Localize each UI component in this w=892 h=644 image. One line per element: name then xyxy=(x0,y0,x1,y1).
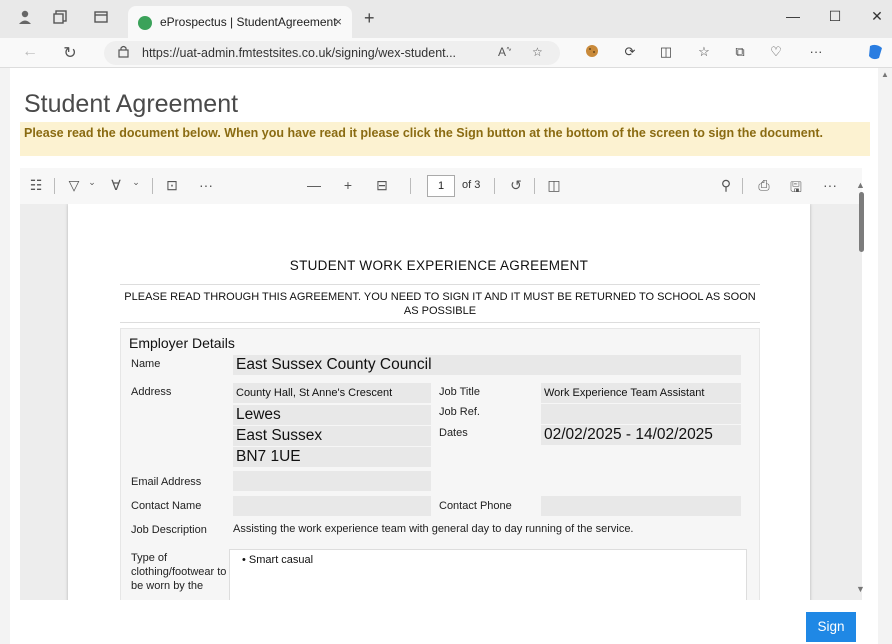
lock-icon xyxy=(118,45,129,61)
page-content: Student Agreement Please read the docume… xyxy=(10,68,878,644)
page-view-icon[interactable]: ◫ xyxy=(544,177,564,194)
browser-tab-active[interactable]: eProspectus | StudentAgreement × xyxy=(128,6,352,38)
search-icon[interactable]: ⚲ xyxy=(716,177,736,194)
browser-essentials-icon[interactable]: ♡ xyxy=(766,44,786,60)
contact-name-label: Contact Name xyxy=(131,500,202,512)
toolbar-divider xyxy=(152,178,153,194)
workspaces-icon[interactable] xyxy=(52,9,70,27)
pdf-page: STUDENT WORK EXPERIENCE AGREEMENT PLEASE… xyxy=(68,204,810,600)
page-title: Student Agreement xyxy=(24,90,239,118)
refresh-icon[interactable]: ↻ xyxy=(60,43,80,63)
collections-icon[interactable]: ⧉ xyxy=(730,44,750,60)
job-ref-field xyxy=(541,404,741,424)
url-text: https://uat-admin.fmtestsites.co.uk/sign… xyxy=(142,46,457,60)
job-title-field: Work Experience Team Assistant xyxy=(541,383,741,403)
job-ref-label: Job Ref. xyxy=(439,406,480,418)
page-scroll-up-icon[interactable]: ▲ xyxy=(881,70,889,79)
divider xyxy=(120,284,760,285)
profile-icon[interactable] xyxy=(16,9,34,27)
pdf-scrollbar[interactable]: ▲ ▼ xyxy=(850,180,865,600)
instruction-notice: Please read the document below. When you… xyxy=(20,122,870,156)
rotate-icon[interactable]: ↺ xyxy=(506,177,526,194)
clothing-field: • Smart casual xyxy=(229,549,747,600)
zoom-in-button[interactable]: + xyxy=(338,177,358,193)
tab-close-icon[interactable]: × xyxy=(334,14,342,29)
scroll-thumb[interactable] xyxy=(859,192,864,252)
address-line4-field: BN7 1UE xyxy=(233,447,431,467)
contact-phone-label: Contact Phone xyxy=(439,500,512,512)
minimize-button[interactable]: — xyxy=(778,8,808,24)
email-label: Email Address xyxy=(131,476,202,488)
split-screen-icon[interactable]: ◫ xyxy=(656,44,676,60)
highlight-icon[interactable]: ▽ xyxy=(64,177,84,194)
page-number-input[interactable]: 1 xyxy=(427,175,455,197)
zoom-out-button[interactable]: — xyxy=(304,177,324,193)
favorites-icon[interactable]: ☆ xyxy=(694,44,714,60)
page-scrollbar[interactable]: ▲ xyxy=(878,68,892,644)
new-tab-button[interactable]: + xyxy=(364,8,375,29)
address-line3-field: East Sussex xyxy=(233,426,431,446)
browser-titlebar: eProspectus | StudentAgreement × + — ☐ ✕ xyxy=(0,0,892,38)
dates-field: 02/02/2025 - 14/02/2025 xyxy=(541,425,741,445)
fit-page-icon[interactable]: ⊟ xyxy=(372,177,392,194)
chevron-down-icon[interactable]: ⌄ xyxy=(126,177,146,188)
tab-actions-icon[interactable] xyxy=(92,9,110,27)
url-field[interactable]: https://uat-admin.fmtestsites.co.uk/sign… xyxy=(104,41,560,65)
scroll-down-arrow-icon[interactable]: ▼ xyxy=(856,584,865,594)
toolbar-more-right-button[interactable]: ··· xyxy=(820,177,840,193)
clothing-item: • Smart casual xyxy=(242,554,314,566)
copilot-icon[interactable] xyxy=(866,44,886,63)
address-line1-field: County Hall, St Anne's Crescent xyxy=(233,383,431,403)
job-description-text: Assisting the work experience team with … xyxy=(233,523,634,535)
back-arrow-icon[interactable]: ← xyxy=(20,43,40,61)
sign-button[interactable]: Sign xyxy=(806,612,856,642)
site-favicon-icon xyxy=(138,16,152,30)
toolbar-divider xyxy=(534,178,535,194)
extension-puzzle-icon[interactable]: ⟳ xyxy=(620,44,640,60)
page-count: of 3 xyxy=(462,179,481,191)
pdf-toolbar: ☷ ▽ ⌄ ∀ ⌄ ⊡ ··· — + ⊟ 1 of 3 ↺ ◫ ⚲ ⎙ 🖫 ·… xyxy=(20,168,862,204)
clothing-label: Type of clothing/footwear to be worn by … xyxy=(131,552,227,592)
scroll-up-arrow-icon[interactable]: ▲ xyxy=(856,180,865,190)
pdf-viewer[interactable]: STUDENT WORK EXPERIENCE AGREEMENT PLEASE… xyxy=(20,204,862,600)
contact-phone-field xyxy=(541,496,741,516)
toolbar-divider xyxy=(742,178,743,194)
tab-title: eProspectus | StudentAgreement xyxy=(160,15,337,29)
employer-name-field: East Sussex County Council xyxy=(233,355,741,375)
settings-more-icon[interactable]: ··· xyxy=(806,44,826,59)
toolbar-divider xyxy=(494,178,495,194)
employer-details-section: Employer Details Name East Sussex County… xyxy=(120,328,760,600)
text-box-icon[interactable]: ⊡ xyxy=(162,177,182,194)
favorite-star-icon[interactable]: ☆ xyxy=(532,45,543,59)
dates-label: Dates xyxy=(439,427,468,439)
close-window-button[interactable]: ✕ xyxy=(862,8,892,25)
read-aloud-icon[interactable]: A∿ xyxy=(498,45,512,59)
address-line2-field: Lewes xyxy=(233,405,431,425)
job-description-label: Job Description xyxy=(131,524,207,536)
contents-icon[interactable]: ☷ xyxy=(26,177,46,194)
job-title-label: Job Title xyxy=(439,386,480,398)
document-subtitle: PLEASE READ THROUGH THIS AGREEMENT. YOU … xyxy=(124,291,756,317)
draw-icon[interactable]: ∀ xyxy=(106,177,126,194)
section-heading: Employer Details xyxy=(129,335,235,351)
extension-cookie-icon[interactable] xyxy=(582,44,602,61)
maximize-button[interactable]: ☐ xyxy=(820,8,850,25)
toolbar-divider xyxy=(410,178,411,194)
email-field xyxy=(233,471,431,491)
address-bar-row: ← ↻ https://uat-admin.fmtestsites.co.uk/… xyxy=(0,38,892,68)
name-label: Name xyxy=(131,358,161,370)
print-icon[interactable]: ⎙ xyxy=(754,177,774,194)
toolbar-more-button[interactable]: ··· xyxy=(196,177,216,193)
chevron-down-icon[interactable]: ⌄ xyxy=(82,177,102,188)
address-label: Address xyxy=(131,386,172,398)
divider xyxy=(120,322,760,323)
contact-name-field xyxy=(233,496,431,516)
toolbar-divider xyxy=(54,178,55,194)
document-title: STUDENT WORK EXPERIENCE AGREEMENT xyxy=(289,258,589,273)
save-icon[interactable]: 🖫 xyxy=(786,177,806,201)
